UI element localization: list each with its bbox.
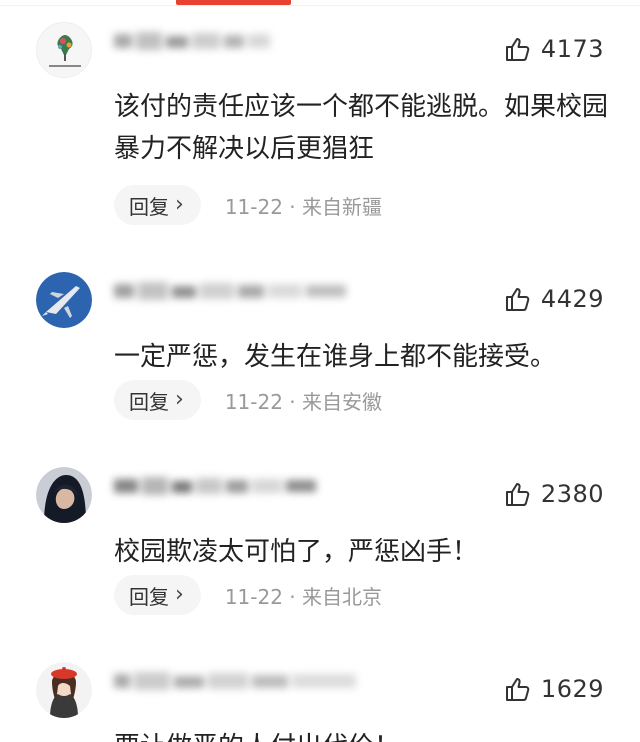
separator-dot: · — [289, 584, 303, 609]
comment-date: 11-22 — [224, 389, 283, 414]
username-blurred[interactable] — [114, 668, 359, 694]
separator-dot: · — [289, 194, 303, 219]
comment-meta: 回复 › 11-22 · 来自北京 — [114, 575, 382, 615]
like-count: 4429 — [540, 285, 604, 313]
like-button[interactable]: 1629 — [505, 674, 604, 704]
avatar[interactable] — [36, 272, 92, 328]
comment-text: 该付的责任应该一个都不能逃脱。如果校园暴力不解决以后更猖狂 — [114, 92, 609, 164]
thumbs-up-icon — [505, 676, 531, 702]
reply-button[interactable]: 回复 › — [114, 185, 201, 225]
like-button[interactable]: 4173 — [505, 34, 604, 64]
like-count: 1629 — [540, 675, 604, 703]
avatar[interactable] — [36, 662, 92, 718]
like-button[interactable]: 2380 — [505, 479, 604, 509]
reply-label: 回复 — [129, 389, 169, 414]
comment-location: 来自北京 — [302, 584, 383, 609]
separator-dot: · — [289, 389, 303, 414]
comment-location: 来自安徽 — [302, 389, 383, 414]
like-count: 2380 — [540, 480, 604, 508]
reply-label: 回复 — [129, 584, 169, 609]
comment-item: 2380 校园欺凌太可怕了，严惩凶手！ 回复 › 11-22 · 来自北京 — [0, 445, 640, 640]
comment-meta: 回复 › 11-22 · 来自新疆 — [114, 185, 382, 225]
comment-text: 要让做恶的人付出代价！ — [114, 726, 614, 742]
comment-date: 11-22 — [224, 584, 283, 609]
comment-meta: 回复 › 11-22 · 来自安徽 — [114, 380, 382, 420]
avatar[interactable] — [36, 467, 92, 523]
comment-item: 1629 要让做恶的人付出代价！ — [0, 640, 640, 742]
username-blurred[interactable] — [114, 28, 274, 54]
comment-location: 来自新疆 — [302, 194, 383, 219]
chevron-right-icon: › — [175, 582, 184, 607]
like-count: 4173 — [540, 35, 604, 63]
username-blurred[interactable] — [114, 473, 319, 499]
username-blurred[interactable] — [114, 278, 349, 304]
reply-button[interactable]: 回复 › — [114, 380, 201, 420]
comment-item: 4429 一定严惩，发生在谁身上都不能接受。 回复 › 11-22 · 来自安徽 — [0, 250, 640, 445]
comment-text: 校园欺凌太可怕了，严惩凶手！ — [114, 537, 479, 567]
comment-text: 一定严惩，发生在谁身上都不能接受。 — [114, 342, 557, 372]
chevron-right-icon: › — [175, 192, 184, 217]
chevron-right-icon: › — [175, 387, 184, 412]
reply-label: 回复 — [129, 194, 169, 219]
thumbs-up-icon — [505, 36, 531, 62]
comment-date: 11-22 — [224, 194, 283, 219]
comment-item: 4173 该付的责任应该一个都不能逃脱。如果校园暴力不解决以后更猖狂 回复 › … — [0, 0, 640, 225]
thumbs-up-icon — [505, 286, 531, 312]
avatar[interactable] — [36, 22, 92, 78]
reply-button[interactable]: 回复 › — [114, 575, 201, 615]
thumbs-up-icon — [505, 481, 531, 507]
like-button[interactable]: 4429 — [505, 284, 604, 314]
